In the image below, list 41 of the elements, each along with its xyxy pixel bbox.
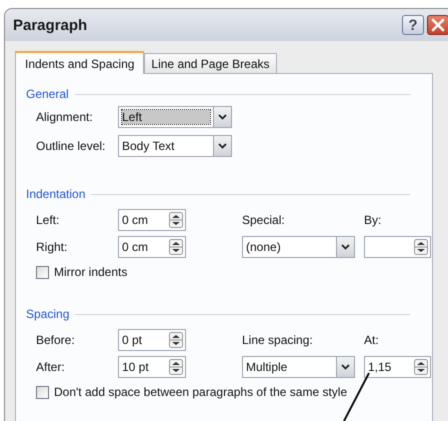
dropdown[interactable]: (none) xyxy=(242,236,355,258)
spin-box[interactable]: 1,15 xyxy=(364,356,431,378)
field-label: Line spacing: xyxy=(242,332,314,346)
field-label: Left: xyxy=(36,212,60,226)
spin-arrows-icon[interactable] xyxy=(169,238,183,254)
field-label: Alignment: xyxy=(36,110,94,124)
spin-arrows-icon[interactable] xyxy=(169,358,183,374)
section-heading: General xyxy=(26,87,69,101)
checkbox[interactable] xyxy=(36,266,49,278)
spin-box[interactable]: 0 cm xyxy=(118,208,186,230)
field-label: Special: xyxy=(242,212,286,226)
field-label: By: xyxy=(364,212,382,226)
close-button[interactable] xyxy=(427,15,448,35)
tab[interactable]: Indents and Spacing xyxy=(15,51,144,74)
field-label: After: xyxy=(36,360,66,374)
window-title: Paragraph xyxy=(13,16,88,34)
caret-icon xyxy=(336,236,354,256)
field-label: At: xyxy=(364,332,380,346)
spin-arrows-icon[interactable] xyxy=(169,332,183,348)
checkbox-label: Mirror indents xyxy=(54,265,128,279)
section-heading: Spacing xyxy=(26,307,70,321)
spin-arrows-icon[interactable] xyxy=(414,238,428,254)
dropdown[interactable]: Left xyxy=(118,106,232,128)
field-label: Before: xyxy=(36,332,76,346)
spin-box[interactable]: 0 cm xyxy=(118,236,186,258)
spin-box[interactable]: 10 pt xyxy=(118,356,186,378)
caret-icon xyxy=(213,136,231,156)
spin-box[interactable]: 0 pt xyxy=(118,328,186,350)
checkbox[interactable] xyxy=(36,386,49,398)
dropdown[interactable]: Body Text xyxy=(118,134,232,156)
dropdown[interactable]: Multiple xyxy=(242,356,355,378)
field-label: Right: xyxy=(36,240,68,254)
caret-icon xyxy=(336,356,354,376)
tab[interactable]: Line and Page Breaks xyxy=(144,53,277,73)
spin-arrows-icon[interactable] xyxy=(414,358,428,374)
checkbox-label: Don't add space between paragraphs of the same style xyxy=(54,385,348,399)
field-label: Outline level: xyxy=(36,138,106,152)
section-heading: Indentation xyxy=(26,187,86,201)
spin-arrows-icon[interactable] xyxy=(169,212,183,228)
caret-icon xyxy=(213,106,231,126)
help-button[interactable]: ? xyxy=(402,15,424,35)
